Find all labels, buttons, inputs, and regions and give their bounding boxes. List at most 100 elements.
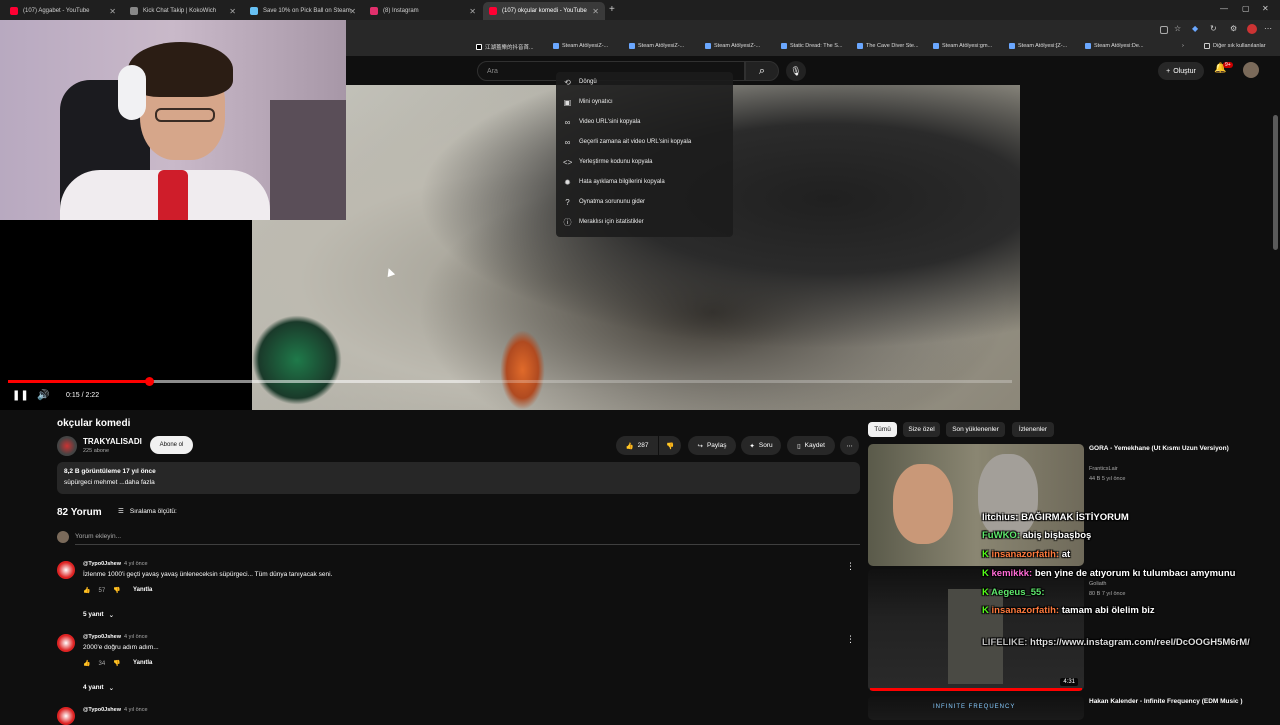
reply-button[interactable]: Yanıtla	[133, 587, 152, 593]
more-vert-icon[interactable]: ⋮	[846, 561, 855, 572]
ctx-copy-url[interactable]: ∞ Video URL'sini kopyala	[556, 112, 733, 132]
save-button[interactable]: ▯ Kaydet	[787, 436, 835, 455]
maximize-icon[interactable]: ▢	[1242, 4, 1250, 13]
search-button[interactable]: ⌕	[745, 61, 779, 81]
rec-channel[interactable]: Goliath	[1089, 581, 1106, 587]
close-tab-icon[interactable]: ✕	[592, 7, 599, 16]
steam-icon	[1009, 43, 1015, 49]
like-button[interactable]: 👍 287	[616, 436, 658, 455]
comment-author[interactable]: @Typo0Jshew	[83, 561, 121, 567]
commenter-avatar[interactable]	[57, 561, 75, 579]
recommended-video[interactable]: INFINITE FREQUENCY Hakan Kalender - Infi…	[868, 696, 1273, 720]
ctx-stats[interactable]: ⓘ Meraklısı için istatistikler	[556, 212, 733, 232]
ctx-miniplayer[interactable]: ▣ Mini oynatıcı	[556, 92, 733, 112]
sort-button[interactable]: ☰ Sıralama ölçütü:	[118, 507, 177, 516]
comment-author[interactable]: @Typo0Jshew	[83, 634, 121, 640]
thumbs-up-icon[interactable]: 👍	[83, 660, 90, 667]
browser-tab[interactable]: (8) Instagram ✕	[364, 2, 482, 20]
embed-icon: <>	[563, 157, 573, 167]
close-window-icon[interactable]: ✕	[1262, 4, 1269, 13]
bookmark-item[interactable]: Steam AtölyesiZ-...	[629, 43, 684, 49]
ctx-troubleshoot[interactable]: ? Oynatma sorununu gider	[556, 192, 733, 212]
rec-title[interactable]: Hakan Kalender - Infinite Frequency (EDM…	[1089, 697, 1269, 706]
scrubber-handle[interactable]	[144, 377, 154, 386]
comment-author[interactable]: @Typo0Jshew	[83, 707, 121, 713]
avatar[interactable]	[1243, 62, 1259, 78]
webcam-overlay	[0, 20, 346, 220]
ctx-copy-debug[interactable]: ✹ Hata ayıklama bilgilerini kopyala	[556, 172, 733, 192]
replies-toggle[interactable]: 5 yanıt ⌄	[83, 611, 114, 619]
channel-avatar[interactable]	[57, 436, 77, 456]
close-tab-icon[interactable]: ✕	[109, 7, 116, 16]
thumbs-down-icon[interactable]: 👎	[113, 587, 120, 594]
ctx-copy-url-time[interactable]: ∞ Geçerli zamana ait video URL'sini kopya…	[556, 132, 733, 152]
reply-button[interactable]: Yanıtla	[133, 660, 152, 666]
close-tab-icon[interactable]: ✕	[229, 7, 236, 16]
more-vert-icon[interactable]: ⋮	[846, 634, 855, 645]
bookmark-item[interactable]: Steam AtölyesiZ-...	[553, 43, 608, 49]
commenter-avatar[interactable]	[57, 707, 75, 725]
volume-icon[interactable]: 🔊	[37, 390, 49, 401]
bookmark-item[interactable]: Steam Atölyesi:De...	[1085, 43, 1144, 49]
recommended-video[interactable]: GORA - Yemekhane (Ut Kısmı Uzun Versiyon…	[868, 444, 1273, 566]
ask-button[interactable]: ✦ Soru	[741, 436, 781, 455]
headset	[118, 65, 146, 120]
chip-all[interactable]: Tümü	[868, 422, 897, 437]
scrollbar-thumb[interactable]	[1273, 115, 1278, 250]
mic-button[interactable]: 🎙	[786, 61, 806, 81]
recommended-video[interactable]: 4:31 Goliath 80 B 7 yıl önce	[868, 569, 1273, 691]
refresh-icon[interactable]: ↻	[1210, 24, 1217, 33]
comment-time[interactable]: 4 yıl önce	[124, 561, 148, 567]
split-screen-icon[interactable]	[1160, 26, 1168, 34]
channel-name[interactable]: TRAKYALISADI	[83, 437, 142, 446]
profile-icon[interactable]: ⚙	[1230, 24, 1237, 33]
kick-icon: K	[982, 587, 989, 598]
pause-icon[interactable]: ❚❚	[12, 390, 29, 401]
menu-dots-icon[interactable]: ⋯	[1264, 24, 1272, 33]
share-button[interactable]: ↪ Paylaş	[688, 436, 736, 455]
bookmark-item[interactable]: Steam Atölyesi:[Z-...	[1009, 43, 1067, 49]
browser-tab[interactable]: (107) Aggabet - YouTube ✕	[4, 2, 122, 20]
progress-bar[interactable]	[8, 377, 1012, 386]
user-avatar-icon[interactable]	[1247, 24, 1257, 34]
video-thumbnail[interactable]: 4:31	[868, 569, 1084, 691]
bookmark-item[interactable]: Static Dread: The S...	[781, 43, 842, 49]
browser-tab[interactable]: Save 10% on Pick Ball on Steam ✕	[244, 2, 362, 20]
plus-icon[interactable]: +	[609, 4, 615, 15]
commenter-avatar[interactable]	[57, 634, 75, 652]
subscribe-button[interactable]: Abone ol	[150, 436, 193, 454]
thumbs-up-icon[interactable]: 👍	[83, 587, 90, 594]
rec-title[interactable]: GORA - Yemekhane (Ut Kısmı Uzun Versiyon…	[1089, 444, 1269, 453]
chip-recent[interactable]: Son yüklenenler	[946, 422, 1005, 437]
video-thumbnail[interactable]: INFINITE FREQUENCY	[868, 696, 1084, 720]
description-box[interactable]: 8,2 B görüntüleme 17 yıl önce süpürgeci …	[57, 462, 860, 494]
bookmark-item[interactable]: 江湖蓋樂的抖音首...	[476, 43, 534, 51]
replies-toggle[interactable]: 4 yanıt ⌄	[83, 684, 114, 692]
rec-channel[interactable]: FranticsLair	[1089, 466, 1118, 472]
comment-time[interactable]: 4 yıl önce	[124, 707, 148, 713]
thumbs-down-icon[interactable]: 👎	[113, 660, 120, 667]
chevron-right-icon[interactable]: ›	[1182, 43, 1184, 49]
video-thumbnail[interactable]	[868, 444, 1084, 566]
close-tab-icon[interactable]: ✕	[349, 7, 356, 16]
extension-icon[interactable]: ◆	[1192, 24, 1198, 33]
bookmark-item[interactable]: Steam Atölyesi:gm...	[933, 43, 992, 49]
star-icon[interactable]: ☆	[1174, 24, 1181, 33]
dislike-button[interactable]: 👎	[659, 436, 681, 455]
add-comment-input[interactable]: Yorum ekleyin...	[75, 533, 860, 545]
comment-actions: 👍 57 👎	[83, 587, 121, 595]
other-bookmarks[interactable]: Diğer sık kullanılanlar	[1204, 43, 1266, 49]
chip-for-you[interactable]: Size özel	[903, 422, 940, 437]
ctx-loop[interactable]: ⟲ Döngü	[556, 72, 733, 92]
bookmark-item[interactable]: Steam AtölyesiZ-...	[705, 43, 760, 49]
ctx-copy-embed[interactable]: <> Yerleştirme kodunu kopyala	[556, 152, 733, 172]
more-actions-button[interactable]: ⋯	[840, 436, 859, 455]
chip-watched[interactable]: İzlenenler	[1012, 422, 1054, 437]
create-button[interactable]: + Oluştur	[1158, 62, 1204, 80]
close-tab-icon[interactable]: ✕	[469, 7, 476, 16]
comment-time[interactable]: 4 yıl önce	[124, 634, 148, 640]
minimize-icon[interactable]: —	[1220, 4, 1228, 13]
browser-tab-active[interactable]: (107) okçular komedi - YouTube ✕	[483, 2, 605, 20]
browser-tab[interactable]: Kick Chat Takip | KokoWich ✕	[124, 2, 242, 20]
bookmark-item[interactable]: The Cave Diver Ste...	[857, 43, 919, 49]
